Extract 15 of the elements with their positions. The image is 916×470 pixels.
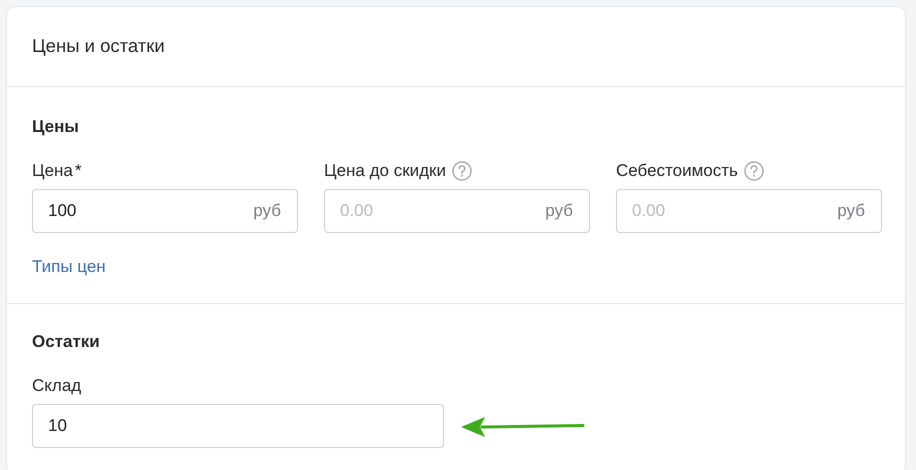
price-types-link[interactable]: Типы цен [32,257,106,277]
field-label: Себестоимость [616,161,738,181]
section-title: Остатки [32,332,101,352]
field-label: Склад [32,376,82,396]
help-icon[interactable] [452,161,472,181]
help-icon[interactable] [744,161,764,181]
card-title: Цены и остатки [32,35,165,56]
input-field[interactable]: 10 [32,404,444,448]
required-mark: * [74,161,82,181]
section-title: Цены [32,117,80,137]
unit-label: руб [837,201,865,221]
unit-label: руб [545,201,573,221]
field-label: Цена [32,161,73,181]
unit-label: руб [253,201,281,221]
field-label: Цена до скидки [324,161,446,181]
